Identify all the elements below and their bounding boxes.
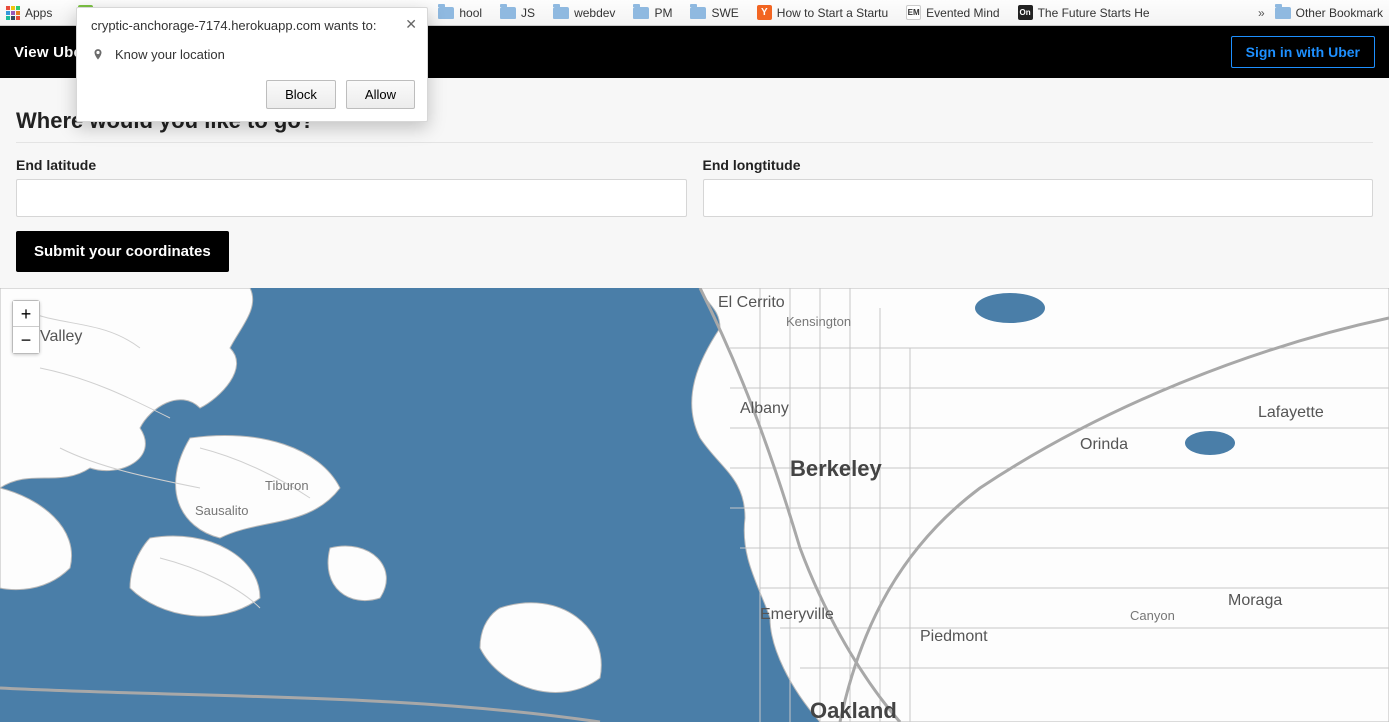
close-icon[interactable]: ✕	[405, 16, 417, 33]
yc-icon: Y	[757, 5, 772, 20]
other-bookmarks-label: Other Bookmark	[1296, 6, 1383, 20]
map-label-canyon: Canyon	[1130, 608, 1175, 623]
bookmark-folder-pm[interactable]: PM	[633, 6, 672, 20]
bookmark-label: How to Start a Startu	[777, 6, 888, 20]
bookmark-label: The Future Starts He	[1038, 6, 1150, 20]
permission-origin-text: cryptic-anchorage-7174.herokuapp.com wan…	[91, 18, 376, 33]
bookmark-folder-webdev[interactable]: webdev	[553, 6, 615, 20]
folder-icon	[1275, 7, 1291, 19]
bookmark-folder-swe[interactable]: SWE	[690, 6, 738, 20]
map-label-oakland: Oakland	[810, 698, 897, 722]
map-label-emeryville: Emeryville	[760, 606, 834, 624]
map-label-piedmont: Piedmont	[920, 628, 988, 646]
map-label-valley: Valley	[40, 328, 82, 346]
end-lng-label: End longtitude	[703, 157, 1374, 173]
bookmark-label: Evented Mind	[926, 6, 999, 20]
block-button[interactable]: Block	[266, 80, 336, 109]
bookmark-evented-mind[interactable]: EM Evented Mind	[906, 5, 999, 20]
folder-icon	[438, 7, 454, 19]
on-icon: On	[1018, 5, 1033, 20]
end-lat-input[interactable]	[16, 179, 687, 217]
submit-button[interactable]: Submit your coordinates	[16, 231, 229, 272]
map-label-lafayette: Lafayette	[1258, 404, 1324, 422]
zoom-control: + −	[12, 300, 40, 354]
bookmark-label: SWE	[711, 6, 738, 20]
folder-icon	[690, 7, 706, 19]
map-label-tiburon: Tiburon	[265, 478, 309, 493]
bookmarks-overflow[interactable]: »	[1258, 6, 1265, 20]
sign-in-button[interactable]: Sign in with Uber	[1231, 36, 1375, 68]
map-label-el-cerrito: El Cerrito	[718, 294, 785, 312]
end-lat-label: End latitude	[16, 157, 687, 173]
zoom-in-button[interactable]: +	[13, 301, 39, 327]
em-icon: EM	[906, 5, 921, 20]
end-lng-field: End longtitude	[703, 157, 1374, 217]
location-permission-popup: cryptic-anchorage-7174.herokuapp.com wan…	[76, 7, 428, 122]
map-label-moraga: Moraga	[1228, 592, 1282, 610]
bookmark-label: PM	[654, 6, 672, 20]
bookmark-yc[interactable]: Y How to Start a Startu	[757, 5, 888, 20]
location-pin-icon	[91, 48, 105, 62]
folder-icon	[500, 7, 516, 19]
apps-icon	[6, 6, 20, 20]
permission-request-text: Know your location	[115, 47, 225, 62]
bookmark-label: JS	[521, 6, 535, 20]
end-lat-field: End latitude	[16, 157, 687, 217]
bookmark-folder-js[interactable]: JS	[500, 6, 535, 20]
map[interactable]: + − Valley Tiburon Sausalito El Cerrito …	[0, 288, 1389, 722]
map-label-sausalito: Sausalito	[195, 503, 248, 518]
map-label-orinda: Orinda	[1080, 436, 1128, 454]
folder-icon	[633, 7, 649, 19]
map-label-albany: Albany	[740, 400, 789, 418]
apps-launcher[interactable]: Apps	[6, 6, 52, 20]
bookmark-folder-hool[interactable]: hool	[438, 6, 482, 20]
map-label-kensington: Kensington	[786, 314, 851, 329]
bookmark-label: webdev	[574, 6, 615, 20]
apps-label: Apps	[25, 6, 52, 20]
allow-button[interactable]: Allow	[346, 80, 415, 109]
zoom-out-button[interactable]: −	[13, 327, 39, 353]
bookmark-label: hool	[459, 6, 482, 20]
map-label-berkeley: Berkeley	[790, 456, 882, 482]
bookmark-future-starts[interactable]: On The Future Starts He	[1018, 5, 1150, 20]
folder-icon	[553, 7, 569, 19]
other-bookmarks[interactable]: Other Bookmark	[1275, 6, 1383, 20]
end-lng-input[interactable]	[703, 179, 1374, 217]
